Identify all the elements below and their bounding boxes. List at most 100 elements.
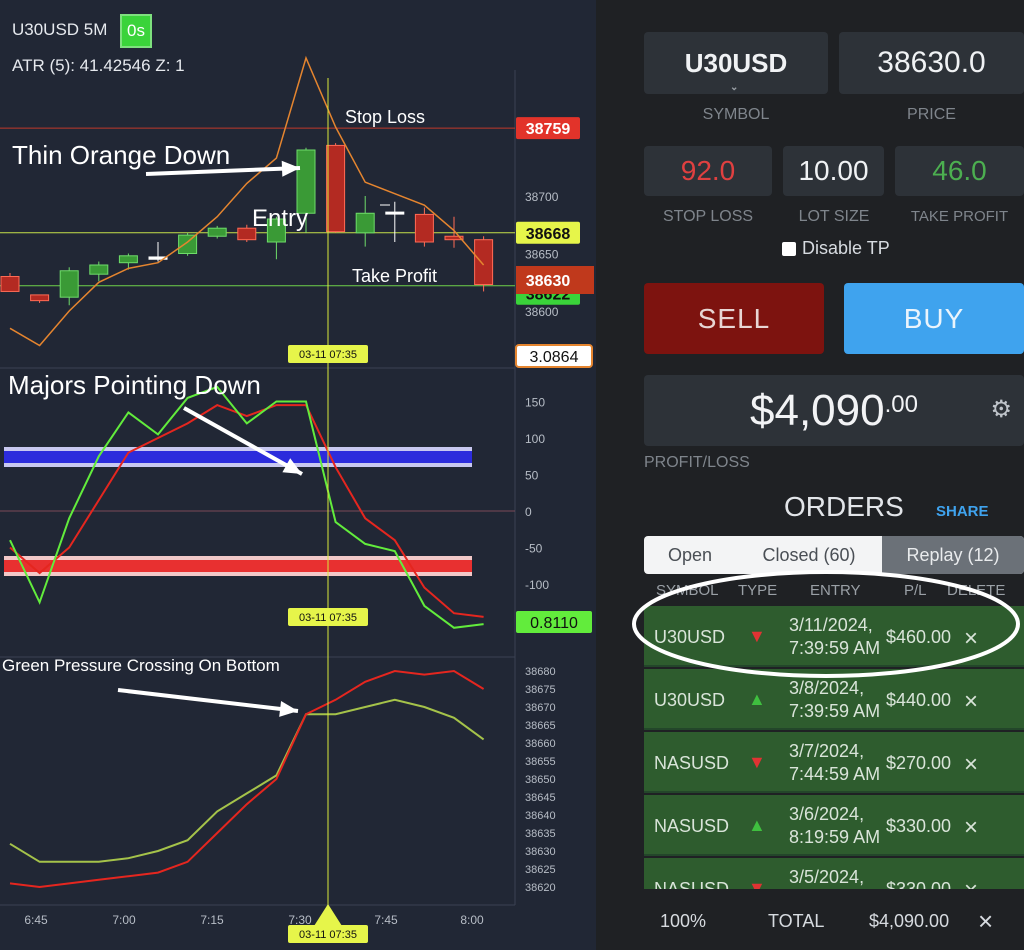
orange-atr-line bbox=[9, 55, 485, 347]
candle-body[interactable] bbox=[385, 211, 405, 215]
delete-order-icon[interactable]: × bbox=[964, 814, 978, 842]
candle-body[interactable] bbox=[414, 213, 434, 243]
time-tick-label: 7:30 bbox=[288, 913, 312, 927]
sell-button[interactable]: SELL bbox=[644, 283, 824, 354]
pressure-tick-label: 38625 bbox=[525, 864, 556, 876]
candle-body[interactable] bbox=[89, 264, 109, 275]
order-pl: $440.00 bbox=[886, 690, 952, 710]
delete-order-icon[interactable]: × bbox=[964, 688, 978, 716]
price-tick-label: 38700 bbox=[525, 190, 559, 204]
disable-tp-option[interactable]: Disable TP bbox=[782, 238, 890, 259]
pressure-arrow-shaft bbox=[117, 688, 299, 713]
candle-body[interactable] bbox=[326, 144, 346, 233]
oscillator-tick-label: 100 bbox=[525, 432, 545, 446]
delete-order-icon[interactable]: × bbox=[964, 877, 978, 889]
pressure-tick-label: 38655 bbox=[525, 756, 556, 768]
candle-body[interactable] bbox=[296, 149, 316, 214]
price-tick-label: 38600 bbox=[525, 305, 559, 319]
candle-body[interactable] bbox=[118, 255, 138, 264]
current-price-label: 38630 bbox=[526, 273, 571, 290]
candle-body[interactable] bbox=[474, 239, 494, 286]
symbol-caption: SYMBOL bbox=[702, 106, 770, 123]
crosshair-marker bbox=[314, 904, 342, 926]
stop-loss-caption: STOP LOSS bbox=[662, 208, 754, 225]
order-entry-date: 3/7/2024, bbox=[789, 741, 865, 761]
order-symbol: NASUSD bbox=[654, 879, 730, 889]
profit-loss-caption: PROFIT/LOSS bbox=[644, 454, 750, 471]
buy-button[interactable]: BUY bbox=[844, 283, 1024, 354]
order-pl: $330.00 bbox=[886, 816, 952, 836]
majors-annotation: Majors Pointing Down bbox=[8, 370, 261, 400]
green-pressure-annotation: Green Pressure Crossing On Bottom bbox=[2, 656, 280, 675]
thin-orange-annotation: Thin Orange Down bbox=[12, 140, 230, 170]
take-profit-annotation: Take Profit bbox=[352, 266, 437, 286]
lot-size-caption: LOT SIZE bbox=[798, 208, 870, 225]
time-tick-label: 7:45 bbox=[374, 913, 398, 927]
chart-panel[interactable]: 38700 38650 38600 38622 38759 38668 38630 3.086… bbox=[0, 0, 596, 950]
time-tick-label: 6:45 bbox=[24, 913, 48, 927]
candle-body[interactable] bbox=[355, 212, 375, 234]
take-profit-input[interactable]: 46.0 bbox=[895, 146, 1024, 196]
pressure-tick-label: 38630 bbox=[525, 846, 556, 858]
oscillator-tick-label: 50 bbox=[525, 469, 539, 483]
order-symbol: U30USD bbox=[654, 690, 726, 710]
delete-order-icon[interactable]: × bbox=[964, 751, 978, 779]
footer-total-value: $4,090.00 bbox=[869, 911, 950, 931]
footer-total-label: TOTAL bbox=[768, 911, 825, 931]
pressure-tick-label: 38635 bbox=[525, 828, 556, 840]
entry-annotation: Entry bbox=[252, 205, 308, 232]
stop-loss-price-label: 38759 bbox=[526, 121, 571, 138]
gear-icon[interactable]: ⚙ bbox=[990, 395, 1012, 424]
price-display: 38630.0 bbox=[839, 32, 1024, 94]
profit-loss-value: $4,090 bbox=[750, 385, 885, 435]
candle-body[interactable] bbox=[30, 294, 50, 302]
pressure-tick-label: 38660 bbox=[525, 738, 556, 750]
orders-title: ORDERS bbox=[784, 491, 904, 522]
stop-loss-input[interactable]: 92.0 bbox=[644, 146, 772, 196]
order-entry-time: 8:19:59 AM bbox=[789, 827, 881, 847]
oscillator-tick-label: 150 bbox=[525, 396, 545, 410]
footer-percent: 100% bbox=[660, 911, 707, 931]
chevron-down-icon: ⌄ bbox=[730, 82, 739, 93]
close-icon[interactable]: × bbox=[978, 906, 993, 937]
crosshair-time-label: 03-11 07:35 bbox=[299, 612, 357, 624]
profit-loss-display: $4,090 .00 ⚙ bbox=[644, 375, 1024, 446]
share-link[interactable]: SHARE bbox=[936, 503, 989, 520]
atr-value-label: 3.0864 bbox=[530, 349, 579, 366]
entry-price-label: 38668 bbox=[526, 226, 571, 243]
candle-body[interactable] bbox=[0, 276, 20, 292]
disable-tp-label: Disable TP bbox=[802, 238, 890, 258]
oscillator-tick-label: -100 bbox=[525, 578, 549, 592]
candle-body[interactable] bbox=[59, 270, 79, 298]
pressure-tick-label: 38620 bbox=[525, 882, 556, 894]
oscillator-value-label: 0.8110 bbox=[530, 615, 578, 632]
stop-loss-annotation: Stop Loss bbox=[345, 107, 425, 127]
order-symbol: NASUSD bbox=[654, 753, 730, 773]
pressure-tick-label: 38670 bbox=[525, 702, 556, 714]
highlight-ellipse bbox=[632, 570, 1020, 678]
oscillator-green-line bbox=[9, 385, 484, 629]
upper-band bbox=[4, 451, 472, 463]
order-entry-date: 3/5/2024, bbox=[789, 867, 865, 887]
order-row[interactable]: NASUSD ▲ 3/6/2024, 8:19:59 AM $330.00 × bbox=[644, 795, 1024, 856]
atr-indicator-label: ATR (5): 41.42546 Z: 1 bbox=[12, 56, 185, 75]
order-entry-time: 7:44:59 AM bbox=[789, 764, 881, 784]
pressure-tick-label: 38675 bbox=[525, 684, 556, 696]
candle-body[interactable] bbox=[207, 227, 227, 237]
arrow-up-icon: ▲ bbox=[748, 689, 766, 709]
symbol-selector[interactable]: U30USD ⌄ bbox=[644, 32, 828, 94]
pressure-tick-label: 38665 bbox=[525, 720, 556, 732]
order-row[interactable]: NASUSD ▼ 3/5/2024, $330.00 × bbox=[644, 858, 1024, 889]
candle-body[interactable] bbox=[178, 234, 198, 255]
pressure-tick-label: 38640 bbox=[525, 810, 556, 822]
crosshair-time-label: 03-11 07:35 bbox=[299, 349, 357, 361]
order-row[interactable]: NASUSD ▼ 3/7/2024, 7:44:59 AM $270.00 × bbox=[644, 732, 1024, 793]
pressure-tick-label: 38650 bbox=[525, 774, 556, 786]
price-tick-label: 38650 bbox=[525, 248, 559, 262]
price-caption: PRICE bbox=[907, 106, 956, 123]
crosshair-time-label: 03-11 07:35 bbox=[299, 929, 357, 941]
disable-tp-checkbox[interactable] bbox=[782, 241, 796, 256]
chart-canvas[interactable]: 387003865038600386223875938668386303.086… bbox=[0, 0, 596, 950]
lot-size-input[interactable]: 10.00 bbox=[783, 146, 884, 196]
oscillator-tick-label: 0 bbox=[525, 505, 532, 519]
